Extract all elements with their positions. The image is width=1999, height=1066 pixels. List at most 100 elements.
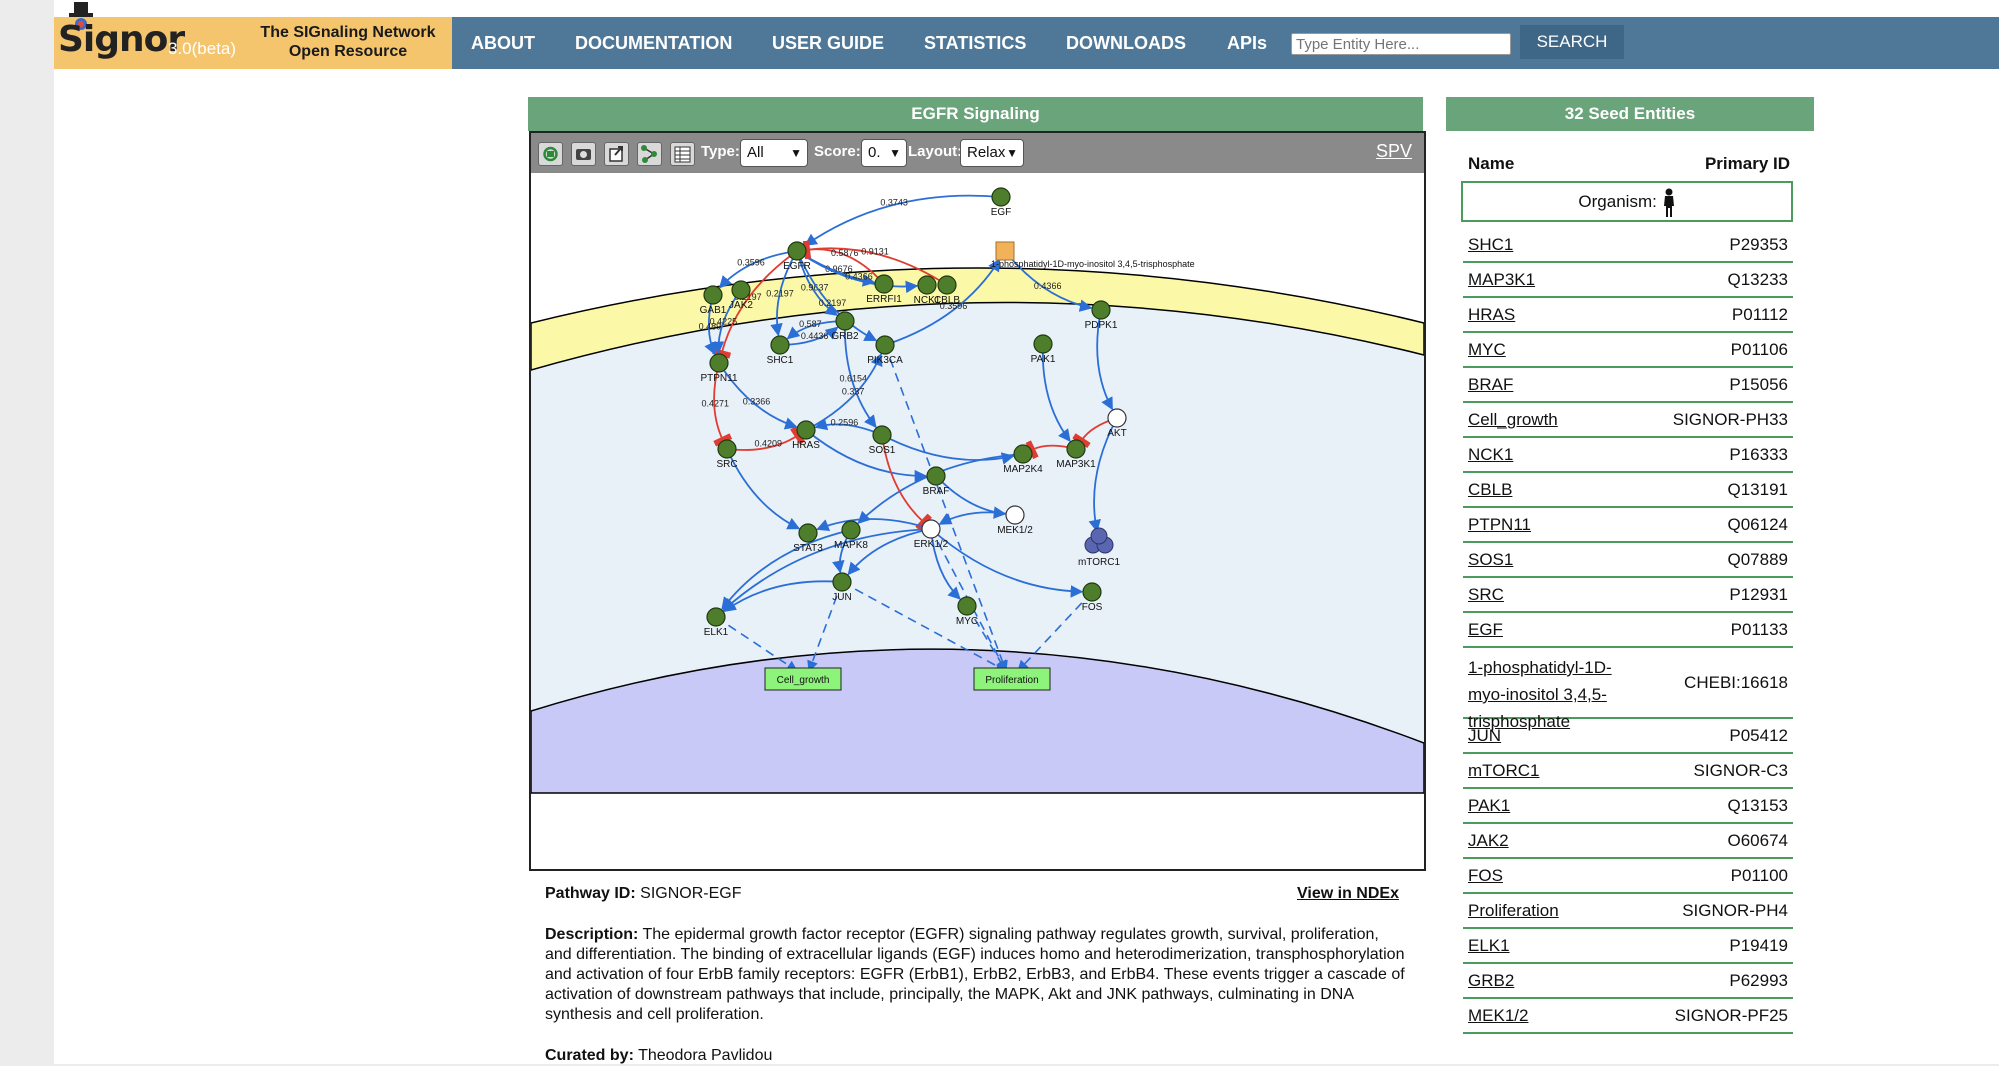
- snapshot-button[interactable]: [571, 142, 596, 166]
- nav-statistics[interactable]: STATISTICS: [924, 17, 1026, 69]
- nav-about[interactable]: ABOUT: [471, 17, 535, 69]
- pathway-graph-viewer[interactable]: Type: All ▼ Score: 0. ▼ Layout: Relax ▼ SPV…: [529, 131, 1426, 871]
- organism-filter[interactable]: Organism:: [1461, 181, 1793, 222]
- entity-row: JAK2 O60674: [1463, 824, 1793, 859]
- edge-score-label: 0.489: [699, 322, 722, 332]
- entity-name-link[interactable]: EGF: [1468, 616, 1503, 643]
- node-fos[interactable]: FOS: [1082, 582, 1103, 613]
- pathway-graph[interactable]: 0.37430.96760.58760.43660.91310.35960.96…: [531, 173, 1424, 869]
- layout-label: Layout:: [908, 143, 963, 160]
- entity-name-link[interactable]: SOS1: [1468, 546, 1513, 573]
- refresh-layout-button[interactable]: [538, 142, 563, 166]
- entity-row: MEK1/2 SIGNOR-PF25: [1463, 999, 1793, 1034]
- node-label: PIK3CA: [867, 355, 903, 366]
- entity-name-link[interactable]: SRC: [1468, 581, 1504, 608]
- entity-name-line: 1-phosphatidyl-1D-: [1468, 658, 1612, 677]
- nav-documentation[interactable]: DOCUMENTATION: [575, 17, 732, 69]
- edge-score-label: 0.4436: [801, 331, 829, 341]
- entity-row: SOS1 Q07889: [1463, 543, 1793, 578]
- tagline-line2: Open Resource: [288, 43, 408, 60]
- node-label: MYC: [956, 616, 978, 627]
- nav-downloads[interactable]: DOWNLOADS: [1066, 17, 1186, 69]
- entity-name-link[interactable]: ELK1: [1468, 932, 1510, 959]
- curated-by-label: Curated by:: [545, 1047, 634, 1064]
- entity-row: NCK1 P16333: [1463, 438, 1793, 473]
- entity-row: BRAF P15056: [1463, 368, 1793, 403]
- node-label: HRAS: [792, 440, 820, 451]
- node-label: SRC: [716, 459, 737, 470]
- nav-apis[interactable]: APIs: [1227, 17, 1267, 69]
- edge-score-label: 0.4366: [1034, 281, 1062, 291]
- network-tool-button[interactable]: [637, 142, 662, 166]
- entity-name-link[interactable]: JUN: [1468, 722, 1501, 749]
- node-label: MAPK8: [834, 540, 868, 551]
- entity-primary-id: P19419: [1729, 936, 1788, 955]
- entity-name-link[interactable]: GRB2: [1468, 967, 1514, 994]
- entity-name-link[interactable]: MYC: [1468, 336, 1506, 363]
- chevron-down-icon: ▼: [889, 146, 901, 160]
- entity-primary-id: SIGNOR-PH4: [1682, 901, 1788, 920]
- entity-name-link[interactable]: HRAS: [1468, 301, 1515, 328]
- entity-primary-id: O60674: [1727, 831, 1789, 850]
- entity-name-link[interactable]: Proliferation: [1468, 897, 1559, 924]
- node-egf[interactable]: EGF: [991, 187, 1012, 218]
- view-in-ndex-link[interactable]: View in NDEx: [1297, 884, 1399, 904]
- type-label: Type:: [701, 143, 740, 160]
- entity-name-link[interactable]: mTORC1: [1468, 757, 1539, 784]
- node-akt[interactable]: AKT: [1107, 408, 1127, 439]
- edge-score-label: 0.2197: [766, 288, 794, 298]
- type-select[interactable]: All ▼: [740, 139, 808, 167]
- node-cell-growth[interactable]: Cell_growth: [764, 667, 842, 691]
- layout-select[interactable]: Relax ▼: [960, 139, 1024, 167]
- node-proliferation[interactable]: Proliferation: [973, 667, 1051, 691]
- edge-score-label: 0.3366: [743, 396, 771, 406]
- entity-name-link[interactable]: MEK1/2: [1468, 1002, 1528, 1029]
- entity-name-link[interactable]: MAP3K1: [1468, 266, 1535, 293]
- edge-score-label: 0.3596: [737, 257, 765, 267]
- chevron-down-icon: ▼: [1006, 146, 1018, 160]
- node-src[interactable]: SRC: [716, 439, 738, 470]
- edge-score-label: 0.6154: [839, 373, 867, 383]
- signor-logo[interactable]: Signor 3.0(beta) The SIGnaling Network O…: [54, 2, 452, 69]
- entity-primary-id: SIGNOR-PF25: [1674, 1006, 1788, 1025]
- entity-name-link[interactable]: Cell_growth: [1468, 406, 1558, 433]
- entity-name-link[interactable]: FOS: [1468, 862, 1503, 889]
- edge-score-label: 0.587: [799, 319, 822, 329]
- network-icon: [641, 145, 657, 163]
- entity-search-input[interactable]: [1291, 33, 1511, 55]
- entity-name-link[interactable]: NCK1: [1468, 441, 1513, 468]
- entity-row: GRB2 P62993: [1463, 964, 1793, 999]
- export-icon: [609, 146, 623, 162]
- entity-name-link[interactable]: BRAF: [1468, 371, 1513, 398]
- score-select[interactable]: 0. ▼: [861, 139, 907, 167]
- entity-name-link[interactable]: PTPN11: [1468, 511, 1531, 538]
- nav-user-guide[interactable]: USER GUIDE: [772, 17, 884, 69]
- chevron-down-icon: ▼: [790, 146, 802, 160]
- logo-version: 3.0(beta): [168, 39, 237, 58]
- pathway-id-line: Pathway ID: SIGNOR-EGF: [545, 884, 741, 904]
- node-label: ERK1/2: [914, 539, 949, 550]
- spv-link[interactable]: SPV: [1376, 141, 1412, 162]
- entity-primary-id: SIGNOR-C3: [1693, 761, 1788, 780]
- entity-row: mTORC1 SIGNOR-C3: [1463, 754, 1793, 789]
- entity-primary-id: P16333: [1729, 445, 1788, 464]
- node-label: JUN: [832, 592, 851, 603]
- edge-score-label: 0.4366: [845, 272, 873, 282]
- search-button[interactable]: SEARCH: [1520, 25, 1624, 59]
- entity-name-link[interactable]: JAK2: [1468, 827, 1509, 854]
- node-pip3[interactable]: 1-phosphatidyl-1D-myo-inositol 3,4,5-tri…: [991, 241, 1195, 269]
- entity-row: MAP3K1 Q13233: [1463, 263, 1793, 298]
- entity-name-link[interactable]: PAK1: [1468, 792, 1510, 819]
- table-icon: [674, 146, 691, 163]
- seed-entities-title: 32 Seed Entities: [1446, 97, 1814, 131]
- entity-name-link[interactable]: SHC1: [1468, 231, 1513, 258]
- node-label: BRAF: [923, 486, 950, 497]
- entity-primary-id: Q13233: [1727, 270, 1789, 289]
- entity-name-link[interactable]: CBLB: [1468, 476, 1512, 503]
- entity-primary-id: P05412: [1729, 726, 1788, 745]
- table-view-button[interactable]: [670, 142, 695, 166]
- node-label: ERRFI1: [866, 294, 902, 305]
- entity-primary-id: P62993: [1729, 971, 1788, 990]
- export-button[interactable]: [604, 142, 629, 166]
- node-jun[interactable]: JUN: [832, 572, 852, 603]
